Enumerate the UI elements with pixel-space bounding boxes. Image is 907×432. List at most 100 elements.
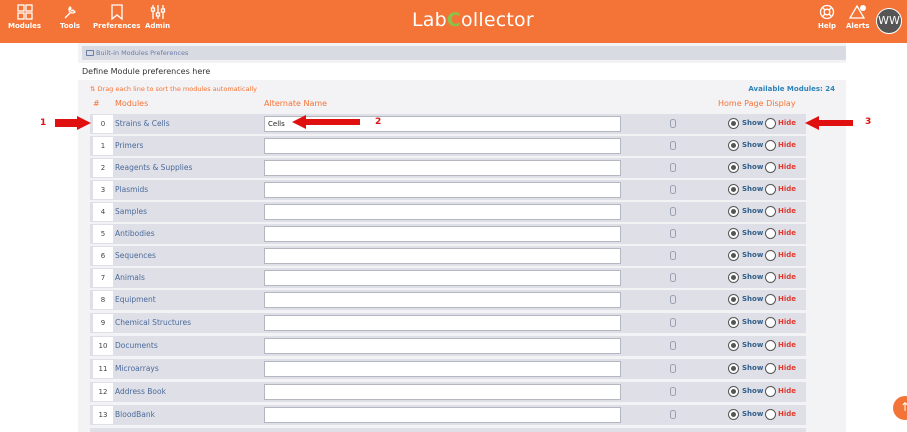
alternate-name-input[interactable] — [264, 361, 621, 377]
nav-tools-label: Tools — [60, 22, 81, 30]
table-row[interactable]: 3 Plasmids Show Hide — [90, 180, 806, 200]
warning-icon — [848, 4, 866, 19]
row-number: 12 — [93, 383, 113, 401]
hide-radio[interactable] — [765, 162, 776, 173]
alternate-name-input[interactable] — [264, 248, 621, 264]
table-row[interactable]: 9 Chemical Structures Show Hide — [90, 313, 806, 333]
row-number: 6 — [93, 247, 113, 265]
hide-label: Hide — [778, 318, 797, 326]
hide-radio[interactable] — [765, 250, 776, 261]
show-radio[interactable] — [728, 340, 739, 351]
show-radio[interactable] — [728, 184, 739, 195]
show-radio[interactable] — [728, 140, 739, 151]
nav-tools[interactable]: Tools — [60, 4, 80, 30]
hide-radio[interactable] — [765, 363, 776, 374]
show-radio[interactable] — [728, 317, 739, 328]
hide-radio[interactable] — [765, 409, 776, 420]
available-modules-count: Available Modules: 24 — [748, 85, 835, 93]
nav-help[interactable]: Help — [818, 4, 836, 30]
row-number: 8 — [93, 291, 113, 309]
hide-label: Hide — [778, 341, 797, 349]
sort-icon: ⇅ — [90, 85, 98, 93]
row-number: 13 — [93, 406, 113, 424]
show-label: Show — [742, 141, 764, 149]
module-name: Microarrays — [115, 364, 159, 373]
show-radio[interactable] — [728, 206, 739, 217]
table-row[interactable]: 5 Antibodies Show Hide — [90, 224, 806, 244]
hide-label: Hide — [778, 185, 797, 193]
table-row[interactable]: 6 Sequences Show Hide — [90, 246, 806, 266]
nav-preferences[interactable]: Preferences — [93, 4, 140, 30]
nav-preferences-label: Preferences — [93, 22, 141, 30]
alternate-name-input[interactable] — [264, 407, 621, 423]
alternate-name-input[interactable] — [264, 338, 621, 354]
annotation-label-3: 3 — [865, 117, 872, 127]
hide-radio[interactable] — [765, 317, 776, 328]
alternate-name-input[interactable] — [264, 226, 621, 242]
nav-alerts[interactable]: Alerts — [846, 4, 870, 30]
nav-help-label: Help — [818, 22, 837, 30]
sliders-icon — [150, 5, 165, 19]
hide-radio[interactable] — [765, 228, 776, 239]
alternate-name-input[interactable] — [264, 138, 621, 154]
hide-label: Hide — [778, 229, 797, 237]
show-radio[interactable] — [728, 386, 739, 397]
show-radio[interactable] — [728, 363, 739, 374]
table-row[interactable]: 0 Strains & Cells Cells Show Hide — [90, 114, 806, 134]
annotation-arrow-1 — [55, 116, 91, 130]
nav-admin[interactable]: Admin — [145, 4, 170, 30]
table-row[interactable]: 12 Address Book Show Hide — [90, 382, 806, 402]
table-row[interactable]: 4 Samples Show Hide — [90, 202, 806, 222]
scroll-to-top-button[interactable]: ↑ — [893, 396, 907, 420]
table-row[interactable]: 2 Reagents & Supplies Show Hide — [90, 158, 806, 178]
lifebuoy-icon — [819, 4, 835, 20]
row-number: 4 — [93, 203, 113, 221]
hide-radio[interactable] — [765, 340, 776, 351]
hide-label: Hide — [778, 364, 797, 372]
user-avatar[interactable]: WW — [876, 8, 902, 34]
alternate-name-input[interactable] — [264, 384, 621, 400]
show-radio[interactable] — [728, 294, 739, 305]
table-row[interactable]: 10 Documents Show Hide — [90, 336, 806, 356]
show-label: Show — [742, 387, 764, 395]
alternate-name-input[interactable] — [264, 204, 621, 220]
hide-radio[interactable] — [765, 140, 776, 151]
alternate-name-input[interactable] — [264, 292, 621, 308]
module-name: Strains & Cells — [115, 119, 170, 128]
nav-alerts-label: Alerts — [846, 22, 870, 30]
hide-radio[interactable] — [765, 206, 776, 217]
show-radio[interactable] — [728, 162, 739, 173]
hide-label: Hide — [778, 273, 797, 281]
hide-label: Hide — [778, 410, 797, 418]
show-label: Show — [742, 119, 764, 127]
breadcrumb: Built-in Modules Preferences — [82, 46, 846, 60]
hide-radio[interactable] — [765, 386, 776, 397]
col-header-num: # — [93, 99, 100, 108]
show-radio[interactable] — [728, 250, 739, 261]
table-row[interactable]: 8 Equipment Show Hide — [90, 290, 806, 310]
show-radio[interactable] — [728, 272, 739, 283]
database-icon — [670, 318, 676, 327]
table-row[interactable]: 11 Microarrays Show Hide — [90, 359, 806, 379]
hide-radio[interactable] — [765, 118, 776, 129]
nav-modules[interactable]: Modules — [8, 4, 41, 30]
hide-label: Hide — [778, 119, 797, 127]
top-nav-bar: Modules Tools Preferences Admin LabColle… — [0, 0, 907, 43]
database-icon — [670, 251, 676, 260]
hide-radio[interactable] — [765, 294, 776, 305]
table-row[interactable]: 13 BloodBank Show Hide — [90, 405, 806, 425]
hide-radio[interactable] — [765, 184, 776, 195]
module-name: Chemical Structures — [115, 318, 191, 327]
table-row[interactable]: 7 Animals Show Hide — [90, 268, 806, 288]
alternate-name-input[interactable] — [264, 315, 621, 331]
table-row[interactable]: 1 Primers Show Hide — [90, 136, 806, 156]
alternate-name-input[interactable] — [264, 182, 621, 198]
alternate-name-input[interactable] — [264, 160, 621, 176]
show-label: Show — [742, 341, 764, 349]
show-radio[interactable] — [728, 228, 739, 239]
database-icon — [670, 387, 676, 396]
show-radio[interactable] — [728, 118, 739, 129]
alternate-name-input[interactable] — [264, 270, 621, 286]
hide-radio[interactable] — [765, 272, 776, 283]
show-radio[interactable] — [728, 409, 739, 420]
